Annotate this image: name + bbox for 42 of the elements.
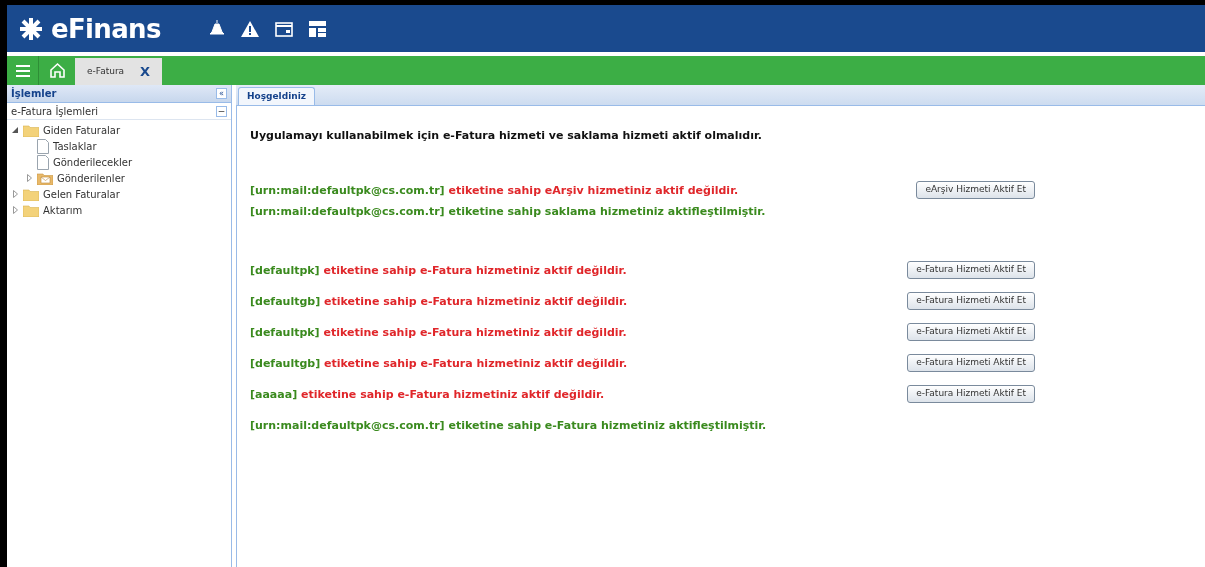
status-message: [defaultgb] etiketine sahip e-Fatura hizmetiniz aktif değildir. <box>250 355 628 372</box>
activate-button[interactable]: e-Fatura Hizmeti Aktif Et <box>907 354 1035 372</box>
activate-button[interactable]: eArşiv Hizmeti Aktif Et <box>916 181 1035 199</box>
menu-icon[interactable] <box>15 64 30 77</box>
collapse-button[interactable]: « <box>216 88 227 99</box>
sidebar-title: İşlemler <box>11 86 57 101</box>
tree-item[interactable]: Giden Faturalar <box>43 122 121 138</box>
mail-folder-icon <box>37 171 53 185</box>
status-message: [defaultpk] etiketine sahip e-Fatura hizmetiniz aktif değildir. <box>250 262 627 279</box>
folder-icon <box>23 203 39 217</box>
activate-button[interactable]: e-Fatura Hizmeti Aktif Et <box>907 261 1035 279</box>
folder-icon <box>23 187 39 201</box>
tree-item[interactable]: Gönderilenler <box>57 170 125 186</box>
warning-icon[interactable] <box>240 20 259 37</box>
status-message: [urn:mail:defaultpk@cs.com.tr] etiketine sahip eArşiv hizmetiniz aktif değildir. <box>250 182 739 199</box>
app-logo: eFinans <box>51 15 161 42</box>
notice-text: Uygulamayı kullanabilmek için e-Fatura hizmeti ve saklama hizmeti aktif olmalıdır. <box>250 128 763 144</box>
activate-button[interactable]: e-Fatura Hizmeti Aktif Et <box>907 292 1035 310</box>
bell-icon[interactable] <box>208 19 225 38</box>
document-icon <box>37 154 49 170</box>
welcome-tab[interactable]: Hoşgeldiniz <box>238 87 315 105</box>
nav-tab[interactable]: e-Fatura X <box>75 58 163 85</box>
tree-item[interactable]: Taslaklar <box>53 138 97 154</box>
close-tab-button[interactable]: X <box>140 61 151 82</box>
folder-icon <box>23 123 39 137</box>
section-title: e-Fatura İşlemleri <box>11 104 99 119</box>
tree-item[interactable]: Gelen Faturalar <box>43 186 120 202</box>
status-message: [aaaaa] etiketine sahip e-Fatura hizmetiniz aktif değildir. <box>250 386 605 403</box>
layout-icon[interactable] <box>308 20 326 37</box>
section-toggle-button[interactable]: − <box>216 105 227 117</box>
activate-button[interactable]: e-Fatura Hizmeti Aktif Et <box>907 323 1035 341</box>
status-message: [urn:mail:defaultpk@cs.com.tr] etiketine sahip e-Fatura hizmetiniz aktifleştilmiştir. <box>250 417 767 434</box>
activate-button[interactable]: e-Fatura Hizmeti Aktif Et <box>907 385 1035 403</box>
status-message: [defaultpk] etiketine sahip e-Fatura hizmetiniz aktif değildir. <box>250 324 627 341</box>
expanded-caret-icon[interactable] <box>12 127 18 133</box>
asterisk-logo-icon <box>19 16 43 41</box>
status-message: [defaultgb] etiketine sahip e-Fatura hizmetiniz aktif değildir. <box>250 293 628 310</box>
status-message: [urn:mail:defaultpk@cs.com.tr] etiketine sahip saklama hizmetiniz aktifleştilmiştir. <box>250 203 766 220</box>
home-icon[interactable] <box>48 62 66 79</box>
tree-item[interactable]: Gönderilecekler <box>53 154 132 170</box>
document-icon <box>37 138 49 154</box>
tree-item[interactable]: Aktarım <box>43 202 83 218</box>
